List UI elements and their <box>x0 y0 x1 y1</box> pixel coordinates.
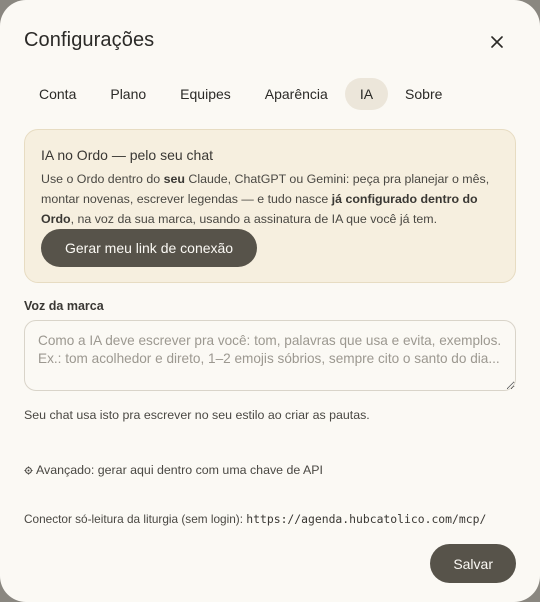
tab-plano[interactable]: Plano <box>93 78 163 110</box>
ai-card-bold-1: seu <box>163 172 185 186</box>
ai-card-text-1: Use o Ordo dentro do <box>41 172 164 186</box>
brand-voice-input[interactable] <box>24 320 516 391</box>
ai-card-title: IA no Ordo — pelo seu chat <box>41 147 213 163</box>
generate-link-button[interactable]: Gerar meu link de conexão <box>41 229 258 267</box>
close-button[interactable] <box>488 33 506 51</box>
ai-connect-card: IA no Ordo — pelo seu chat Use o Ordo de… <box>24 129 516 283</box>
liturgy-connector-note: Conector só-leitura da liturgia (sem log… <box>24 512 486 526</box>
brand-voice-label: Voz da marca <box>24 299 104 313</box>
advanced-label: Avançado: gerar aqui dentro com uma chav… <box>36 463 323 477</box>
settings-dialog: Configurações Conta Plano Equipes Aparên… <box>0 0 540 602</box>
tab-ia[interactable]: IA <box>344 78 389 110</box>
close-icon <box>491 36 503 48</box>
advanced-toggle[interactable]: Avançado: gerar aqui dentro com uma chav… <box>24 463 323 477</box>
tab-bar: Conta Plano Equipes Aparência IA Sobre <box>22 78 459 110</box>
connector-url[interactable]: https://agenda.hubcatolico.com/mcp/ <box>246 512 486 526</box>
gear-icon <box>24 465 33 475</box>
dialog-title: Configurações <box>24 29 155 51</box>
tab-aparencia[interactable]: Aparência <box>248 78 345 110</box>
brand-voice-hint: Seu chat usa isto pra escrever no seu es… <box>24 408 370 422</box>
ai-card-text-3: , na voz da sua marca, usando a assinatu… <box>70 212 438 226</box>
connector-text: Conector só-leitura da liturgia (sem log… <box>24 512 247 526</box>
ai-card-description: Use o Ordo dentro do seu Claude, ChatGPT… <box>41 169 499 229</box>
tab-conta[interactable]: Conta <box>22 78 93 110</box>
tab-equipes[interactable]: Equipes <box>163 78 248 110</box>
tab-sobre[interactable]: Sobre <box>388 78 459 110</box>
save-button[interactable]: Salvar <box>430 544 516 583</box>
